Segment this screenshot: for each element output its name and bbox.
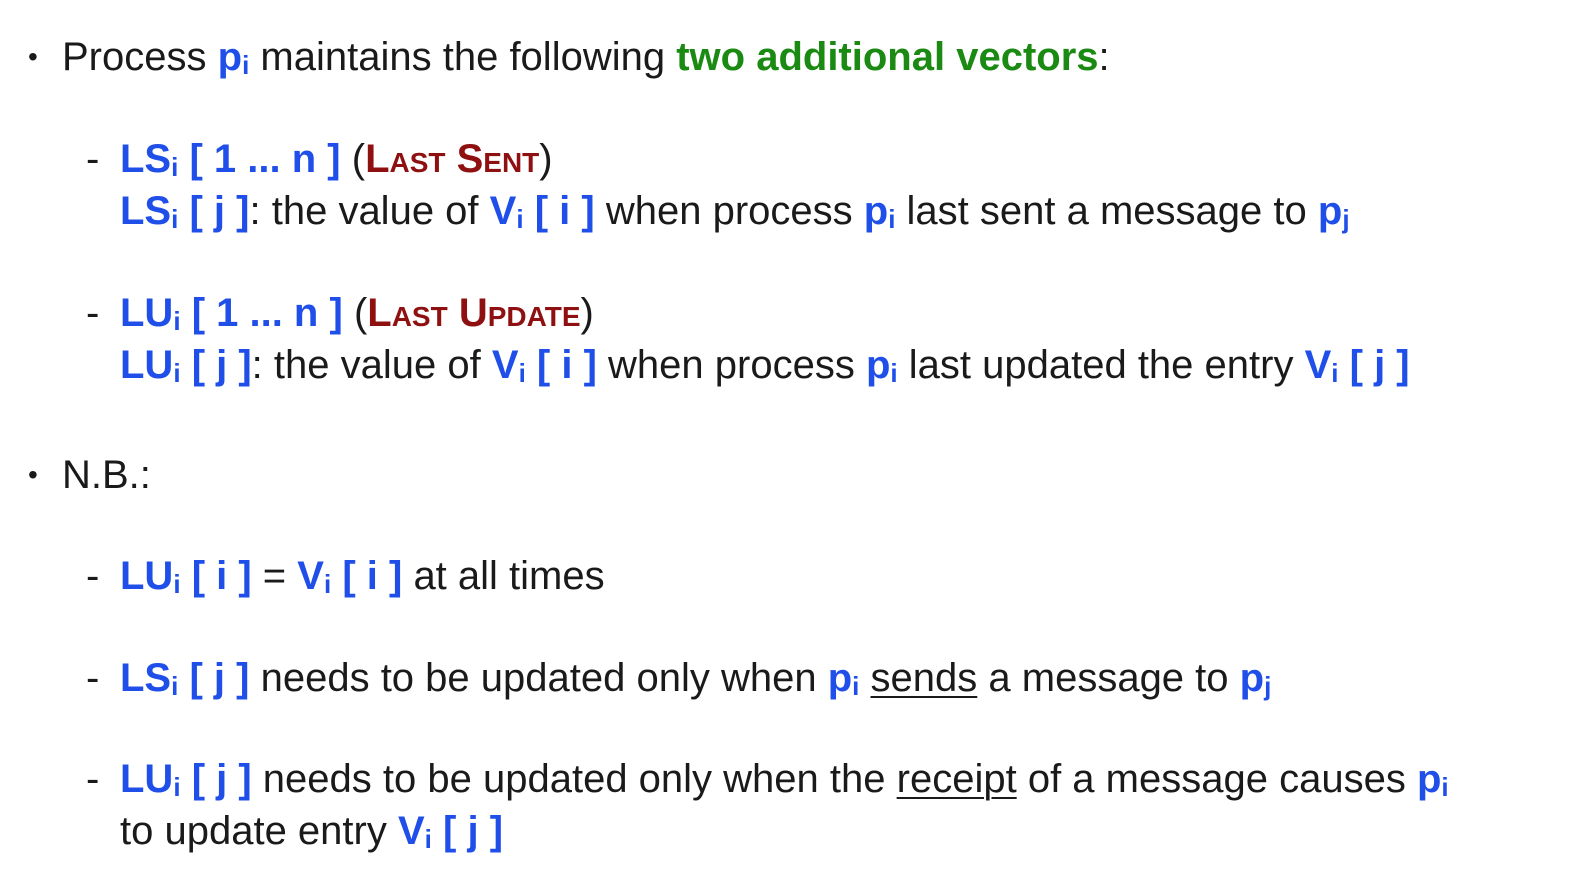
- v-entry-symbol: Vi [ j ]: [1304, 343, 1410, 388]
- colon: :: [249, 189, 261, 233]
- underlined-word: sends: [870, 656, 978, 700]
- lu-definition: LUi [ j ]: the value of Vi [ i ] when pr…: [120, 341, 1410, 389]
- nb-item-text: LUi [ i ] = Vi [ i ] at all times: [120, 552, 605, 608]
- ls-symbol: LSi [ 1 ... n ]: [120, 137, 341, 182]
- equals-sign: =: [262, 554, 287, 598]
- nb-text: needs to be updated only when: [260, 656, 817, 700]
- def-text: the value of: [271, 189, 479, 233]
- ls-heading: LSi [ 1 ... n ] (Last Sent): [120, 135, 553, 191]
- def-text: the value of: [273, 343, 481, 387]
- process-j-symbol: pj: [1317, 189, 1350, 234]
- open-paren: (: [353, 291, 368, 335]
- lu-heading: LUi [ 1 ... n ] (Last Update): [120, 289, 594, 345]
- underlined-word: receipt: [896, 757, 1017, 801]
- def-text: when process: [608, 343, 855, 387]
- close-paren: ): [580, 291, 594, 335]
- open-paren: (: [351, 137, 366, 181]
- def-text: last updated the entry: [908, 343, 1294, 387]
- nb-item-3-continuation: to update entry Vi [ j ]: [120, 807, 503, 855]
- lu-symbol: LUi [ j ]: [120, 757, 252, 802]
- v-symbol: Vi [ i ]: [297, 554, 403, 599]
- intro-text: Process: [62, 35, 207, 79]
- process-j-symbol: pj: [1239, 656, 1272, 701]
- process-symbol: pi: [827, 656, 860, 701]
- bullet-item-text: Process pi maintains the following two a…: [62, 33, 1110, 89]
- def-text: when process: [605, 189, 853, 233]
- bullet-glyph: •: [28, 41, 38, 72]
- ls-definition: LSi [ j ]: the value of Vi [ i ] when pr…: [120, 187, 1350, 235]
- process-symbol: pi: [1416, 757, 1449, 802]
- ls-entry-symbol: LSi [ j ]: [120, 189, 250, 234]
- middle-text: maintains the following: [260, 35, 666, 79]
- process-symbol: pi: [865, 343, 898, 388]
- process-symbol: pi: [217, 35, 250, 80]
- ls-label: Last Sent: [365, 137, 540, 181]
- bullet-glyph: •: [28, 459, 38, 490]
- nb-item-text: LSi [ j ] needs to be updated only when …: [120, 654, 1271, 710]
- nb-label: N.B.:: [62, 453, 151, 497]
- dash-glyph: -: [86, 554, 100, 598]
- dash-glyph: -: [86, 656, 100, 700]
- dash-glyph: -: [86, 137, 100, 181]
- lu-symbol: LUi [ i ]: [120, 554, 252, 599]
- dash-glyph: -: [86, 757, 100, 801]
- v-symbol: Vi [ i ]: [491, 343, 597, 388]
- v-entry-symbol: Vi [ j ]: [397, 809, 504, 854]
- nb-text: of a message causes: [1027, 757, 1406, 801]
- colon: :: [251, 343, 263, 387]
- end-punctuation: :: [1098, 35, 1110, 79]
- nb-text: to update entry: [120, 809, 387, 853]
- nb-text: needs to be updated only when the: [262, 757, 886, 801]
- highlight-text: two additional vectors: [676, 35, 1099, 79]
- v-symbol: Vi [ i ]: [489, 189, 595, 234]
- lu-label: Last Update: [367, 291, 581, 335]
- dash-glyph: -: [86, 291, 100, 335]
- nb-text: a message to: [988, 656, 1229, 700]
- ls-symbol: LSi [ j ]: [120, 656, 250, 701]
- process-symbol: pi: [863, 189, 896, 234]
- def-text: last sent a message to: [906, 189, 1307, 233]
- nb-text: at all times: [413, 554, 605, 598]
- close-paren: ): [539, 137, 553, 181]
- nb-item-text: LUi [ j ] needs to be updated only when …: [120, 755, 1449, 811]
- lu-entry-symbol: LUi [ j ]: [120, 343, 252, 388]
- lu-symbol: LUi [ 1 ... n ]: [120, 291, 343, 336]
